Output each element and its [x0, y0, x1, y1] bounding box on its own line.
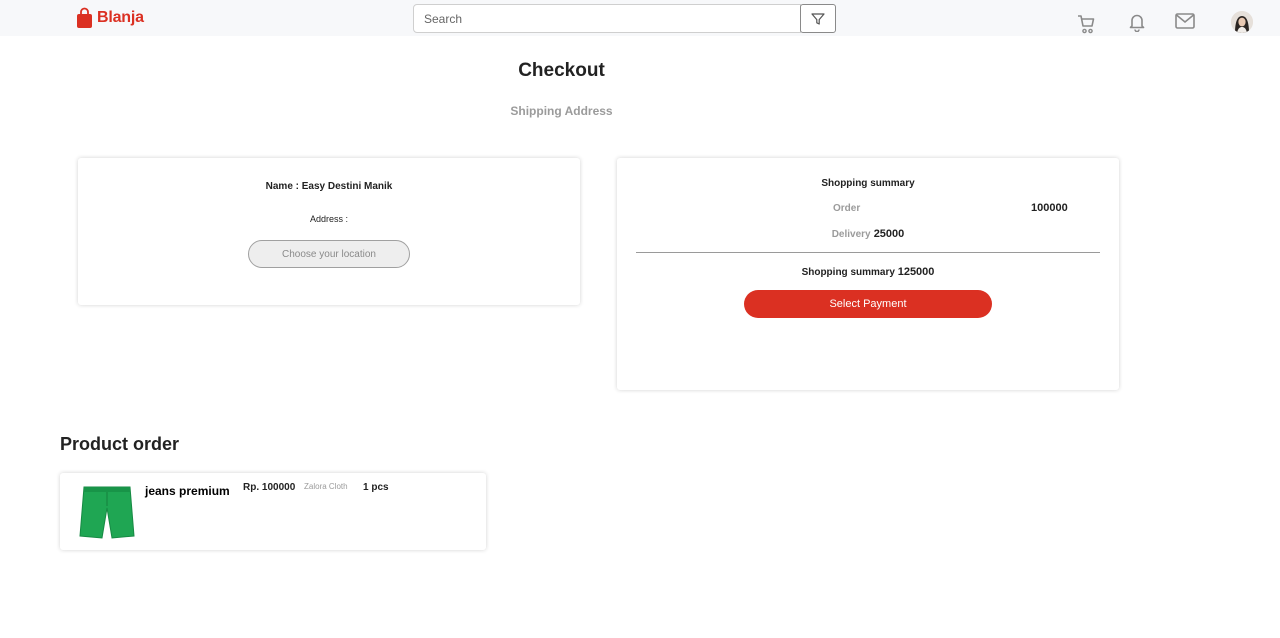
product-store: Zalora Cloth [304, 482, 348, 491]
brand-logo[interactable]: Blanja [76, 7, 144, 29]
recipient-name: Name : Easy Destini Manik [265, 181, 393, 192]
summary-title: Shopping summary [821, 178, 915, 189]
cart-icon[interactable] [1077, 12, 1095, 34]
delivery-value: 25000 [873, 228, 905, 240]
product-order-item[interactable]: jeans premium Rp. 100000 Zalora Cloth 1 … [60, 473, 486, 550]
delivery-row: Delivery 25000 [617, 228, 1119, 240]
brand-name: Blanja [97, 9, 144, 26]
select-payment-button[interactable]: Select Payment [744, 290, 992, 318]
order-label: Order [833, 203, 861, 214]
filter-button[interactable] [800, 4, 836, 33]
choose-location-button[interactable]: Choose your location [248, 240, 410, 268]
shopping-bag-icon [77, 7, 92, 28]
delivery-label: Delivery [831, 229, 871, 240]
product-name: jeans premium [145, 484, 230, 498]
page-subtitle: Shipping Address [510, 104, 613, 118]
top-navbar: Blanja [0, 0, 1280, 36]
page-title: Checkout [518, 60, 605, 81]
address-label: Address : [309, 214, 349, 224]
filter-icon [811, 12, 825, 25]
bell-icon[interactable] [1129, 12, 1145, 32]
total-label: Shopping summary [801, 267, 895, 278]
search-input[interactable] [413, 4, 801, 33]
order-value: 100000 [1031, 202, 1068, 214]
product-quantity: 1 pcs [363, 482, 389, 493]
summary-divider [636, 252, 1100, 253]
product-order-title: Product order [60, 434, 180, 454]
shopping-summary-card: Shopping summary Order 100000 Delivery 2… [617, 158, 1119, 390]
green-shorts-image [79, 486, 135, 539]
shipping-address-card: Name : Easy Destini Manik Address : Choo… [78, 158, 580, 305]
product-price: Rp. 100000 [243, 482, 296, 493]
avatar[interactable] [1231, 11, 1253, 33]
total-value: 125000 [897, 266, 935, 278]
avatar-image [1231, 11, 1253, 33]
mail-icon[interactable] [1175, 12, 1195, 30]
total-row: Shopping summary 125000 [617, 266, 1119, 278]
